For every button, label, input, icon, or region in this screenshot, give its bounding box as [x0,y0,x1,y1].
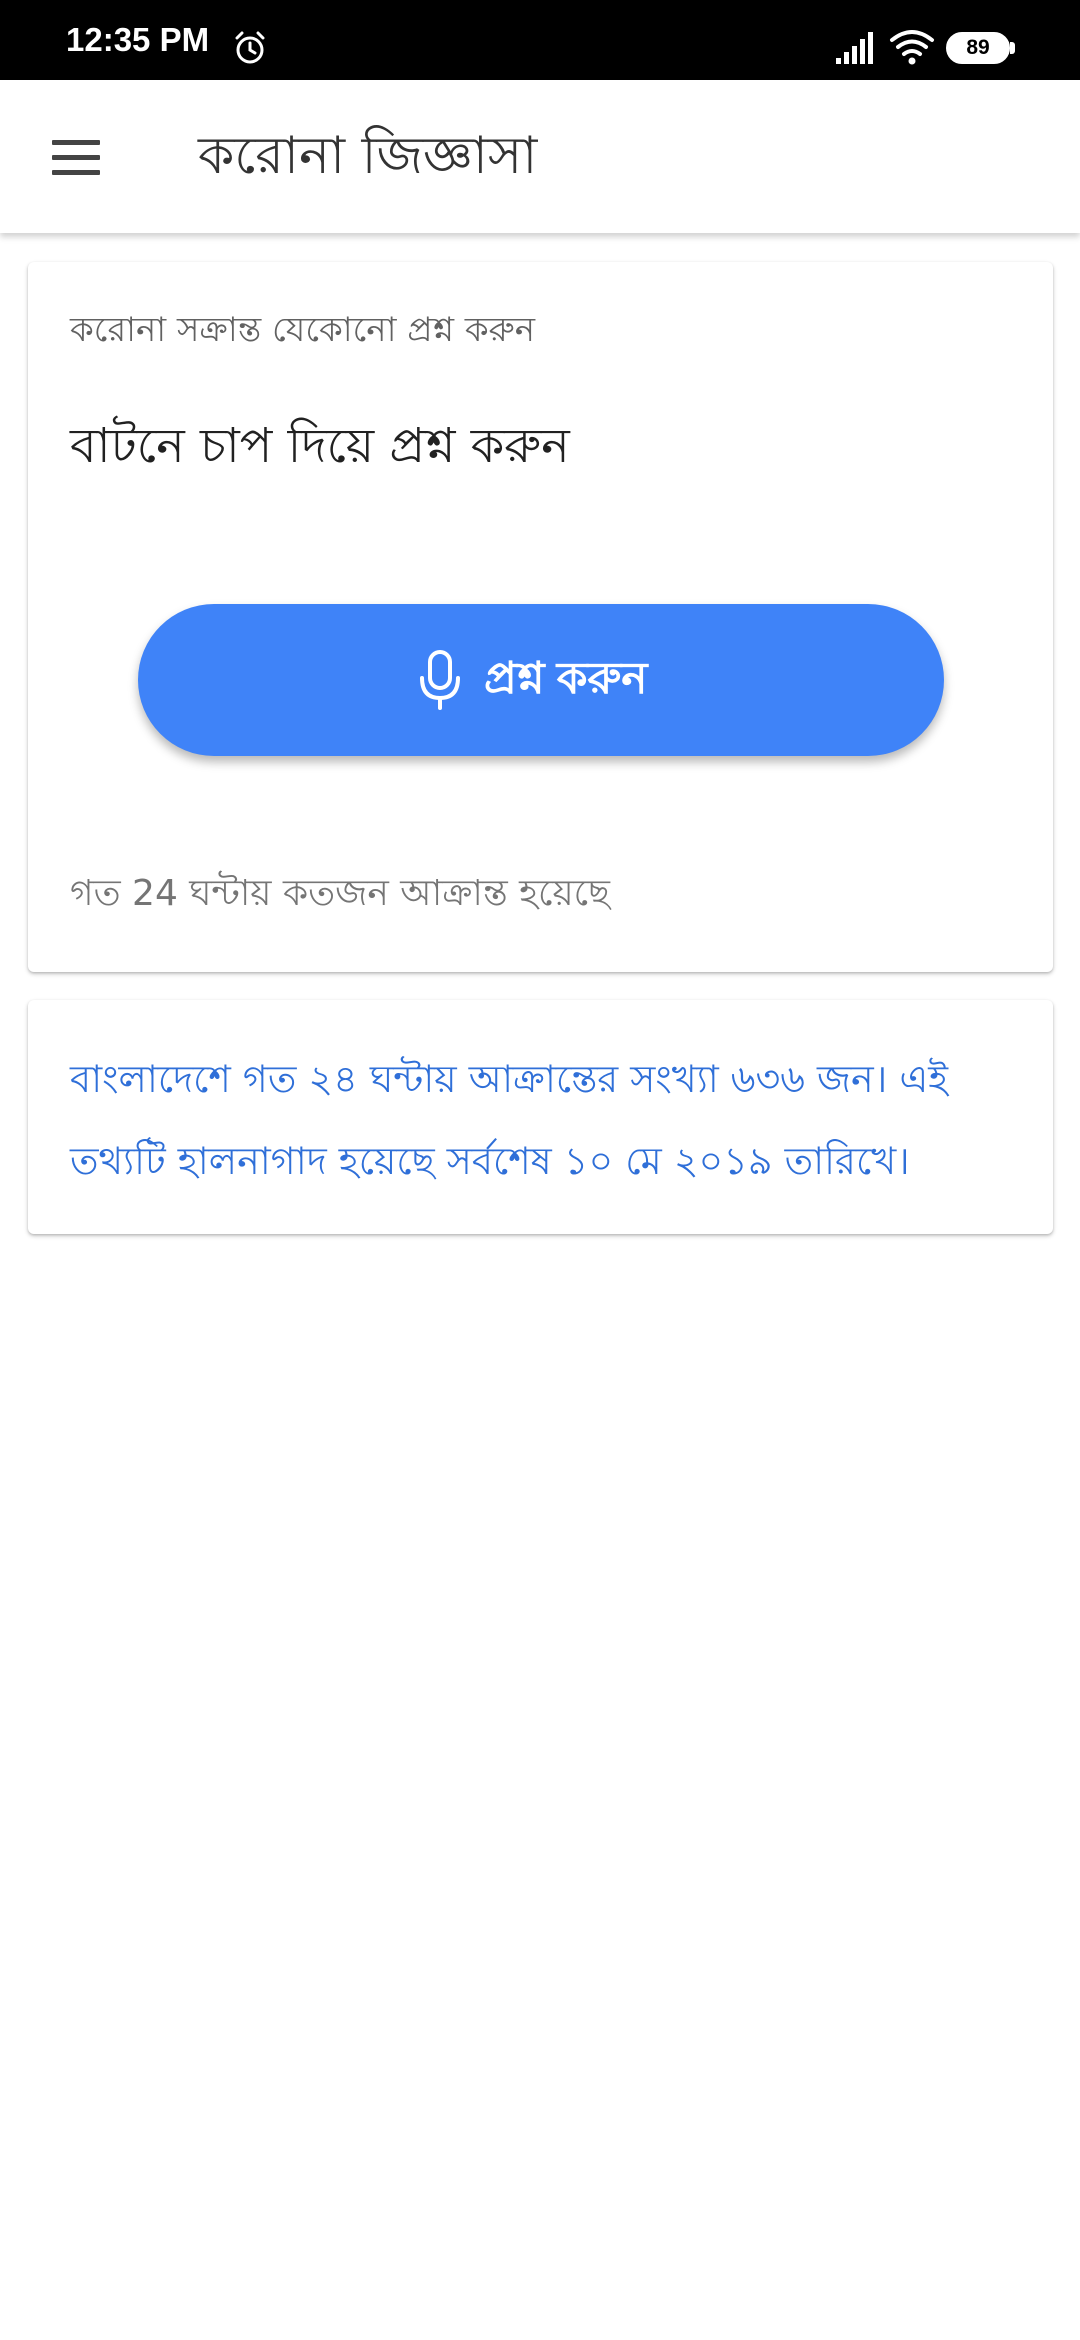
alarm-icon [235,31,265,64]
battery-level: 89 [966,36,990,59]
card-subtitle: করোনা সক্রান্ত যেকোনো প্রশ্ন করুন [70,310,536,350]
app-bar: করোনা জিজ্ঞাসা [0,80,1080,233]
status-time: 12:35 PM [66,21,210,58]
ask-button-label: প্রশ্ন করুন [484,654,648,703]
microphone-icon [420,650,460,710]
info-card: বাংলাদেশে গত ২৪ ঘন্টায় আক্রান্তের সংখ্য… [28,1000,1053,1234]
info-text: বাংলাদেশে গত ২৪ ঘন্টায় আক্রান্তের সংখ্য… [70,1057,949,1183]
card-footer-text: গত 24 ঘন্টায় কতজন আক্রান্ত হয়েছে [70,873,610,914]
battery-icon: 89 [946,32,1016,64]
wifi-icon [890,30,934,65]
status-bar: 12:35 PM 89 [0,0,1080,80]
ask-question-button[interactable]: প্রশ্ন করুন [138,604,944,756]
hamburger-menu-icon[interactable] [44,130,108,186]
app-title: করোনা জিজ্ঞাসা [198,126,538,186]
signal-icon [836,32,873,64]
card-heading: বাটনে চাপ দিয়ে প্রশ্ন করুন [70,418,570,474]
ask-question-card: করোনা সক্রান্ত যেকোনো প্রশ্ন করুন বাটনে … [28,262,1053,972]
